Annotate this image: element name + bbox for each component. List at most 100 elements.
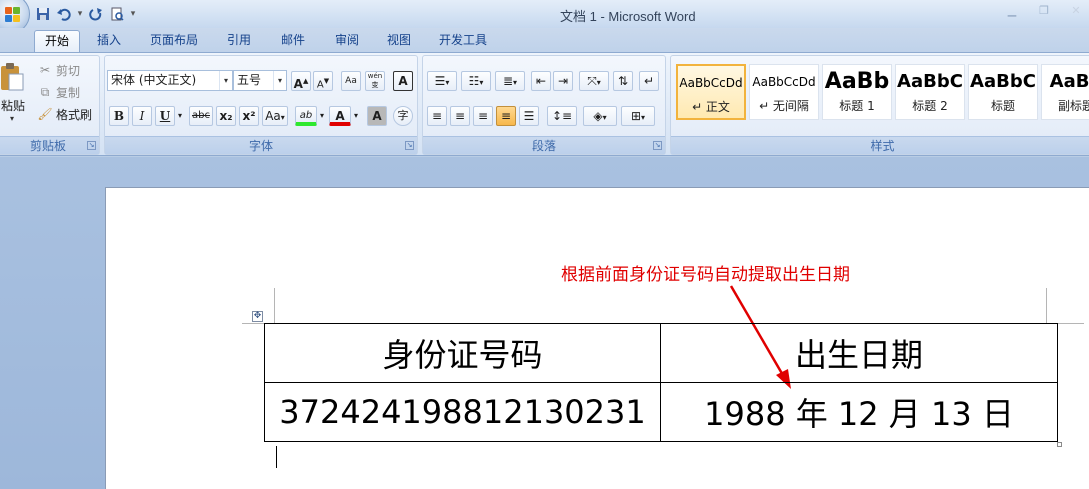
tab-page-layout[interactable]: 页面布局 xyxy=(142,30,206,52)
styles-group: AaBbCcDd ↵ 正文 AaBbCcDd ↵ 无间隔 AaBb 标题 1 A… xyxy=(670,55,1089,155)
restore-icon[interactable]: ❐ xyxy=(1031,2,1057,20)
redo-icon[interactable] xyxy=(87,5,105,23)
style-no-spacing[interactable]: AaBbCcDd ↵ 无间隔 xyxy=(749,64,819,120)
borders-icon: ⊞ xyxy=(630,109,642,123)
minimize-icon[interactable]: ▁ xyxy=(999,2,1025,20)
italic-button[interactable]: I xyxy=(132,106,152,126)
font-size-combo[interactable]: 五号 ▾ xyxy=(233,70,287,91)
multilevel-list-button[interactable]: ≣▾ xyxy=(495,71,525,91)
style-title[interactable]: AaBbC 标题 xyxy=(968,64,1038,120)
font-color-button[interactable]: A xyxy=(329,106,351,126)
document-page[interactable]: 根据前面身份证号码自动提取出生日期 ✥ 身份证号码 出生日期 372424198… xyxy=(105,187,1089,489)
undo-icon[interactable] xyxy=(55,5,73,23)
borders-button[interactable]: ⊞▾ xyxy=(621,106,655,126)
style-normal[interactable]: AaBbCcDd ↵ 正文 xyxy=(676,64,746,120)
style-heading-1[interactable]: AaBb 标题 1 xyxy=(822,64,892,120)
print-preview-icon[interactable] xyxy=(108,5,126,23)
header-id-number[interactable]: 身份证号码 xyxy=(264,323,661,383)
tab-view[interactable]: 视图 xyxy=(378,30,420,52)
pilcrow-icon: ↵ xyxy=(643,74,655,88)
paste-dropdown-icon: ▾ xyxy=(9,114,14,123)
tab-references[interactable]: 引用 xyxy=(218,30,260,52)
highlight-dropdown-icon[interactable]: ▾ xyxy=(317,106,327,126)
strikethrough-button[interactable]: abc xyxy=(189,106,213,126)
font-launcher-icon[interactable]: ↘ xyxy=(405,141,414,150)
clear-formatting-button[interactable]: Aa xyxy=(341,71,361,91)
header-birth-date[interactable]: 出生日期 xyxy=(660,323,1058,383)
close-icon[interactable]: ✕ xyxy=(1063,2,1089,20)
scissors-icon: ✂ xyxy=(39,63,51,77)
decrease-indent-button[interactable]: ⇤ xyxy=(531,71,551,91)
show-marks-button[interactable]: ↵ xyxy=(639,71,659,91)
undo-dropdown-icon[interactable]: ▾ xyxy=(76,9,84,19)
copy-button[interactable]: ⧉ 复制 xyxy=(37,82,80,102)
cut-button[interactable]: ✂ 剪切 xyxy=(37,60,80,80)
align-left-button[interactable]: ≡ xyxy=(427,106,447,126)
clipboard-group-label: 剪贴板 xyxy=(0,136,99,154)
text-cursor xyxy=(276,446,277,468)
align-center-button[interactable]: ≡ xyxy=(450,106,470,126)
tab-review[interactable]: 审阅 xyxy=(326,30,368,52)
birth-date-cell[interactable]: 1988 年 12 月 13 日 xyxy=(660,382,1058,442)
justify-button[interactable]: ≡ xyxy=(496,106,516,126)
decrease-indent-icon: ⇤ xyxy=(535,74,547,88)
numbering-button[interactable]: ☷▾ xyxy=(461,71,491,91)
tab-home[interactable]: 开始 xyxy=(34,30,80,52)
paragraph-launcher-icon[interactable]: ↘ xyxy=(653,141,662,150)
character-border-button[interactable]: A xyxy=(393,71,413,91)
font-color-dropdown-icon[interactable]: ▾ xyxy=(351,106,361,126)
table-resize-handle[interactable] xyxy=(1057,442,1062,447)
change-case-button[interactable]: Aa▾ xyxy=(262,106,288,126)
style-heading-2[interactable]: AaBbC 标题 2 xyxy=(895,64,965,120)
font-name-dropdown-icon[interactable]: ▾ xyxy=(219,71,232,90)
distributed-button[interactable]: ☰ xyxy=(519,106,539,126)
style-subtitle[interactable]: AaBb 副标题 xyxy=(1041,64,1089,120)
font-group: 宋体 (中文正文) ▾ 五号 ▾ A▲ A▼ Aa wén 变 A B I U ▾ … xyxy=(104,55,418,155)
style-sample: AaBbCcDd xyxy=(752,75,816,89)
superscript-button[interactable]: x² xyxy=(239,106,259,126)
customize-toolbar-icon[interactable]: ▾ xyxy=(129,9,137,19)
character-shading-button[interactable]: A xyxy=(367,106,387,126)
paste-button[interactable]: 粘贴 ▾ xyxy=(0,60,27,130)
bold-button[interactable]: B xyxy=(109,106,129,126)
align-right-button[interactable]: ≡ xyxy=(473,106,493,126)
paint-bucket-icon: ◈ xyxy=(593,109,603,123)
sort-button[interactable]: ⇅ xyxy=(613,71,633,91)
bullets-button[interactable]: ☰▾ xyxy=(427,71,457,91)
grow-font-label: A xyxy=(293,77,303,91)
id-number-cell[interactable]: 372424198812130231 xyxy=(264,382,661,442)
subscript-button[interactable]: x₂ xyxy=(216,106,236,126)
style-name: 副标题 xyxy=(1057,99,1089,113)
phonetic-guide-button[interactable]: wén 变 xyxy=(365,71,385,91)
enclose-characters-button[interactable]: 字 xyxy=(393,106,413,126)
chinese-layout-icon: ⤧ xyxy=(587,74,597,88)
tab-insert[interactable]: 插入 xyxy=(88,30,130,52)
change-case-label: Aa xyxy=(265,109,281,123)
underline-button[interactable]: U xyxy=(155,106,175,126)
format-painter-button[interactable]: 🖌 格式刷 xyxy=(37,104,92,124)
shading-button[interactable]: ◈▾ xyxy=(583,106,617,126)
paragraph-group: ☰▾ ☷▾ ≣▾ ⇤ ⇥ ⤧▾ ⇅ ↵ ≡ ≡ ≡ ≡ ☰ ↕≡ ◈▾ ⊞▾ 段… xyxy=(422,55,666,155)
grow-font-button[interactable]: A▲ xyxy=(291,71,311,91)
justify-icon: ≡ xyxy=(500,109,512,123)
tab-mailings[interactable]: 邮件 xyxy=(272,30,314,52)
birth-year: 1988 xyxy=(704,395,786,433)
shrink-font-button[interactable]: A▼ xyxy=(313,71,333,91)
paste-label: 粘贴 xyxy=(1,99,26,113)
underline-dropdown-icon[interactable]: ▾ xyxy=(175,106,185,126)
highlight-button[interactable]: ab xyxy=(295,106,317,126)
save-icon[interactable] xyxy=(34,5,52,23)
ribbon-tabs: 开始 插入 页面布局 引用 邮件 审阅 视图 开发工具 xyxy=(0,28,1089,52)
clipboard-launcher-icon[interactable]: ↘ xyxy=(87,141,96,150)
table-move-handle-icon[interactable]: ✥ xyxy=(252,311,263,322)
font-name-combo[interactable]: 宋体 (中文正文) ▾ xyxy=(107,70,233,91)
tab-developer[interactable]: 开发工具 xyxy=(430,30,496,52)
increase-indent-button[interactable]: ⇥ xyxy=(553,71,573,91)
line-spacing-button[interactable]: ↕≡ xyxy=(547,106,577,126)
font-size-dropdown-icon[interactable]: ▾ xyxy=(273,71,286,90)
line-spacing-icon: ↕≡ xyxy=(551,109,573,123)
copy-icon: ⧉ xyxy=(40,85,50,99)
chinese-layout-button[interactable]: ⤧▾ xyxy=(579,71,609,91)
character-border-label: A xyxy=(398,74,408,88)
shrink-font-label: A xyxy=(316,79,324,91)
